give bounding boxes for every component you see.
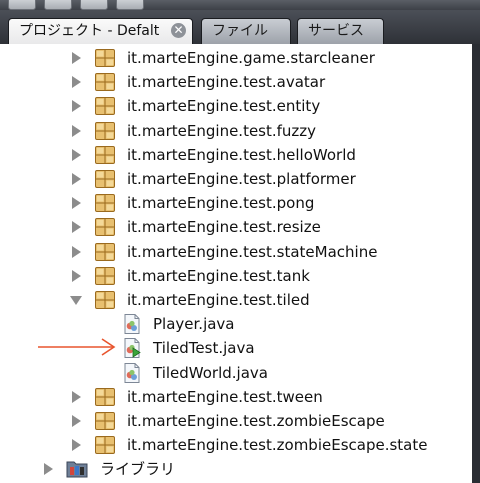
tree-item-label: ライブラリ (100, 460, 176, 479)
caret-down-icon[interactable] (70, 296, 82, 305)
package-icon (94, 95, 116, 117)
tree-item-label: it.marteEngine.test.tank (127, 266, 310, 285)
tab-services[interactable]: サービス (297, 18, 384, 44)
package-icon (94, 434, 116, 456)
caret-right-icon[interactable] (72, 415, 81, 427)
toolbar-button[interactable] (116, 0, 144, 10)
package-row[interactable]: it.marteEngine.test.entity (0, 94, 470, 118)
package-icon (94, 410, 116, 432)
package-row[interactable]: it.marteEngine.test.fuzzy (0, 119, 470, 143)
tree-item-label: it.marteEngine.test.platformer (127, 170, 356, 188)
caret-right-icon[interactable] (72, 124, 81, 137)
package-row-expanded[interactable]: it.marteEngine.test.tiled (0, 288, 470, 312)
tab-label: ファイル (212, 23, 268, 39)
caret-right-icon[interactable] (72, 148, 81, 161)
annotation-arrow (38, 338, 116, 356)
package-icon (94, 216, 116, 238)
java-file-icon (122, 362, 142, 384)
tree-item-label: Player.java (153, 315, 235, 334)
package-row[interactable]: it.marteEngine.test.resize (0, 215, 470, 239)
close-icon[interactable]: ✕ (171, 23, 186, 38)
package-icon (94, 192, 116, 214)
tree-item-label: it.marteEngine.test.zombieEscape (127, 412, 385, 430)
tab-files[interactable]: ファイル (201, 18, 291, 44)
toolbar-button[interactable] (44, 0, 72, 10)
tree-item-label: it.marteEngine.test.resize (127, 218, 321, 237)
tree-item-label: it.marteEngine.test.tween (127, 387, 323, 406)
caret-right-icon[interactable] (72, 52, 81, 64)
toolbar-button[interactable] (80, 0, 108, 10)
tree-item-label: it.marteEngine.test.zombieEscape.state (127, 436, 428, 455)
toolbar-button[interactable] (8, 0, 36, 10)
package-icon (94, 47, 116, 69)
package-icon (94, 120, 116, 142)
tree-item-label: it.marteEngine.test.avatar (127, 73, 326, 92)
tree-item-label: TiledWorld.java (153, 363, 268, 382)
caret-right-icon[interactable] (72, 390, 81, 403)
package-icon (94, 168, 116, 190)
caret-right-icon[interactable] (72, 439, 81, 452)
tree-item-label: it.marteEngine.test.pong (127, 194, 315, 213)
tab-label: プロジェクト - Defalt (19, 23, 160, 39)
project-tree: it.marteEngine.game.starcleaner it.marteE… (0, 44, 480, 483)
package-row[interactable]: it.marteEngine.test.avatar (0, 70, 470, 94)
tab-bar: プロジェクト - Defalt ✕ ファイル サービス (0, 10, 480, 44)
package-row[interactable]: it.marteEngine.test.zombieEscape.state (0, 433, 470, 457)
tab-label: サービス (308, 23, 364, 39)
package-row[interactable]: it.marteEngine.test.tween (0, 385, 470, 409)
tree-item-label: it.marteEngine.test.stateMachine (127, 242, 378, 261)
caret-right-icon[interactable] (44, 463, 53, 476)
caret-right-icon[interactable] (72, 100, 81, 113)
caret-right-icon[interactable] (72, 76, 81, 89)
package-icon (94, 265, 116, 287)
package-row[interactable]: it.marteEngine.test.helloWorld (0, 143, 470, 167)
package-icon (94, 71, 116, 93)
package-row[interactable]: it.marteEngine.game.starcleaner (0, 46, 470, 70)
tree-item-label: TiledTest.java (153, 339, 255, 358)
tree-item-label: it.marteEngine.test.helloWorld (127, 145, 356, 164)
tree-item-label: it.marteEngine.test.entity (127, 97, 321, 116)
package-row[interactable]: it.marteEngine.test.stateMachine (0, 240, 470, 264)
library-icon (66, 459, 88, 479)
caret-right-icon[interactable] (72, 245, 81, 258)
tab-projects[interactable]: プロジェクト - Defalt ✕ (8, 18, 193, 44)
package-row[interactable]: it.marteEngine.test.pong (0, 191, 470, 215)
package-icon (94, 144, 116, 166)
toolbar (0, 0, 480, 10)
package-row[interactable]: it.marteEngine.test.platformer (0, 167, 470, 191)
tree-item-label: it.marteEngine.test.fuzzy (127, 121, 317, 140)
package-icon (94, 386, 116, 408)
library-row[interactable]: ライブラリ (0, 457, 470, 481)
package-row[interactable]: it.marteEngine.test.tank (0, 264, 470, 288)
runnable-java-file-icon (122, 337, 142, 359)
tree-item-label: it.marteEngine.game.starcleaner (127, 49, 375, 67)
right-gutter (472, 44, 480, 483)
package-icon (94, 289, 116, 311)
tree-item-label: it.marteEngine.test.tiled (127, 291, 310, 309)
java-file-row[interactable]: Player.java (0, 312, 470, 336)
caret-right-icon[interactable] (72, 221, 81, 234)
package-row[interactable]: it.marteEngine.test.zombieEscape (0, 409, 470, 433)
caret-right-icon[interactable] (72, 197, 81, 210)
java-file-row[interactable]: TiledWorld.java (0, 361, 470, 385)
java-file-icon (122, 313, 142, 335)
package-icon (94, 241, 116, 263)
caret-right-icon[interactable] (72, 173, 81, 185)
caret-right-icon[interactable] (72, 269, 81, 282)
